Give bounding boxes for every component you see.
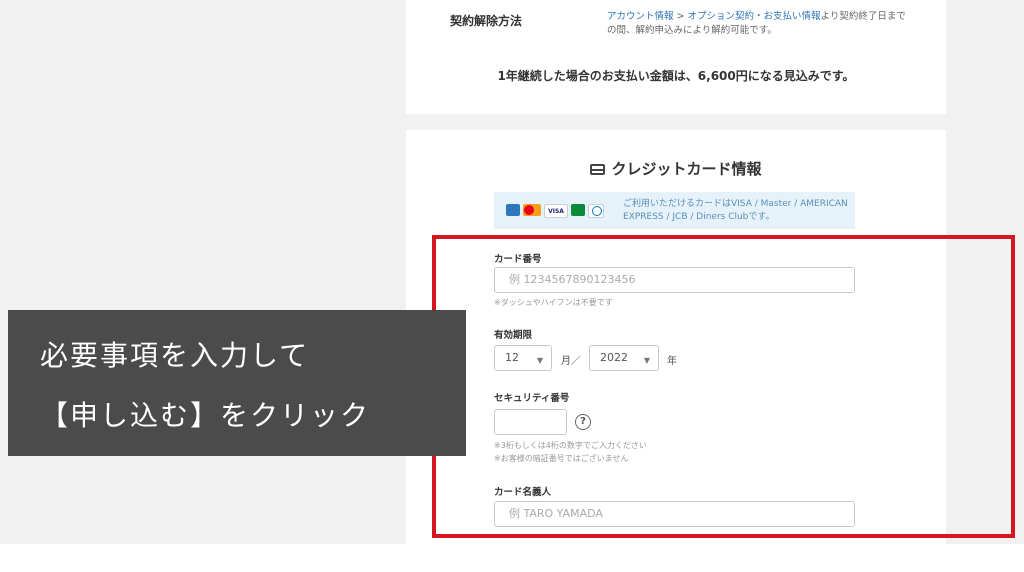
credit-card-icon <box>590 164 606 175</box>
option-payment-link[interactable]: オプション契約・お支払い情報 <box>688 11 821 22</box>
instruction-line-2: 【申し込む】をクリック <box>40 399 371 432</box>
credit-card-title: クレジットカード情報 <box>611 160 762 178</box>
cancel-method-label: 契約解除方法 <box>450 14 523 28</box>
mastercard-logo-icon <box>523 204 541 216</box>
visa-logo-icon: VISA <box>544 204 568 218</box>
instruction-overlay: 必要事項を入力して 【申し込む】をクリック <box>8 310 466 456</box>
account-info-link[interactable]: アカウント情報 <box>607 11 674 22</box>
breadcrumb-separator: > <box>673 11 688 22</box>
credit-card-heading: クレジットカード情報 <box>406 158 946 179</box>
card-brand-logos: VISA <box>506 204 604 218</box>
instruction-line-1: 必要事項を入力して <box>40 339 310 372</box>
annual-payment-note: 1年継続した場合のお支払い金額は、6,600円になる見込みです。 <box>497 69 855 83</box>
jcb-logo-icon <box>571 204 585 216</box>
cancel-method-description: アカウント情報 > オプション契約・お支払い情報より契約終了日までの間、解約申込… <box>607 10 907 38</box>
accepted-cards-text: ご利用いただけるカードはVISA / Master / AMERICAN EXP… <box>623 199 848 222</box>
bottom-strip <box>0 544 1024 572</box>
accepted-cards-box: VISA ご利用いただけるカードはVISA / Master / AMERICA… <box>494 192 855 229</box>
diners-logo-icon <box>588 204 604 218</box>
highlight-frame <box>432 235 1015 538</box>
amex-logo-icon <box>506 204 520 216</box>
